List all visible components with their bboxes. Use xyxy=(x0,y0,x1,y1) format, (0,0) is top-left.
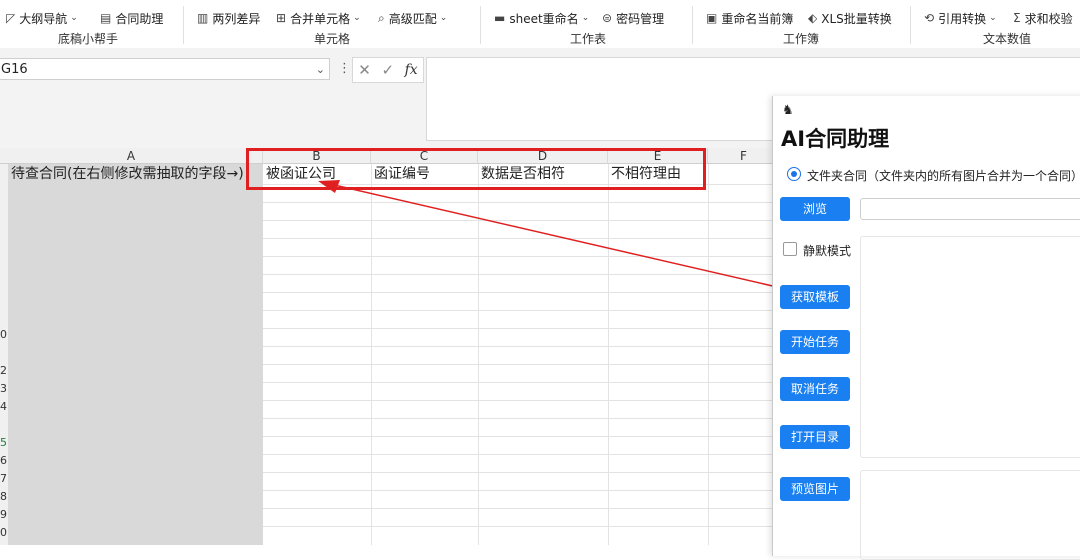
radio-selected-dot xyxy=(790,170,797,177)
silent-mode-label[interactable]: 静默模式 xyxy=(803,242,851,259)
open-directory-button[interactable]: 打开目录 xyxy=(780,425,850,449)
panel-title: AI合同助理 xyxy=(781,127,890,151)
robot-icon: ♞ xyxy=(782,103,794,118)
cancel-task-button[interactable]: 取消任务 xyxy=(780,377,850,401)
path-input[interactable] xyxy=(860,198,1080,220)
silent-mode-checkbox[interactable] xyxy=(783,242,797,256)
log-output-area[interactable] xyxy=(860,236,1080,458)
image-preview-area[interactable] xyxy=(860,470,1080,560)
preview-image-button[interactable]: 预览图片 xyxy=(780,477,850,501)
folder-contract-label[interactable]: 文件夹合同（文件夹内的所有图片合并为一个合同） xyxy=(807,167,1080,184)
browse-button[interactable]: 浏览 xyxy=(780,197,850,221)
folder-contract-radio[interactable] xyxy=(787,167,801,181)
get-template-button[interactable]: 获取模板 xyxy=(780,285,850,309)
start-task-button[interactable]: 开始任务 xyxy=(780,330,850,354)
